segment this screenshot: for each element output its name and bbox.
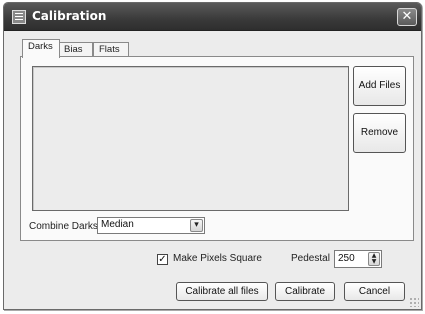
window-title: Calibration (32, 9, 107, 23)
calibration-dialog: Calibration ✕ Darks Bias Flats Add Files… (3, 2, 422, 310)
remove-button[interactable]: Remove (353, 113, 406, 153)
chevron-down-icon[interactable]: ▾ (190, 219, 203, 232)
pedestal-spinbox[interactable]: 250 ▲ ▼ (334, 250, 382, 268)
combine-darks-label: Combine Darks (29, 221, 98, 232)
file-list[interactable] (32, 66, 349, 211)
calibrate-all-files-button[interactable]: Calibrate all files (176, 282, 268, 301)
close-icon[interactable]: ✕ (397, 8, 417, 26)
darks-tab-panel: Add Files Remove Combine Darks Median ▾ (20, 56, 414, 241)
spin-updown-icon[interactable]: ▲ ▼ (368, 252, 380, 266)
calibrate-button[interactable]: Calibrate (275, 282, 335, 301)
pedestal-value: 250 (338, 253, 355, 264)
make-pixels-square-label[interactable]: Make Pixels Square (173, 253, 262, 264)
pedestal-label: Pedestal (291, 253, 330, 264)
calibration-app-icon (12, 10, 26, 24)
add-files-button[interactable]: Add Files (353, 66, 406, 106)
tab-bias[interactable]: Bias (58, 42, 93, 57)
tab-flats[interactable]: Flats (93, 42, 129, 57)
tab-darks[interactable]: Darks (22, 39, 60, 58)
resize-grip-icon[interactable] (409, 297, 419, 307)
cancel-button[interactable]: Cancel (344, 282, 405, 301)
combine-method-select[interactable]: Median ▾ (97, 217, 205, 234)
combine-method-value: Median (101, 219, 134, 230)
title-bar[interactable]: Calibration ✕ (4, 3, 421, 31)
make-pixels-square-checkbox[interactable]: ✓ (157, 254, 168, 265)
